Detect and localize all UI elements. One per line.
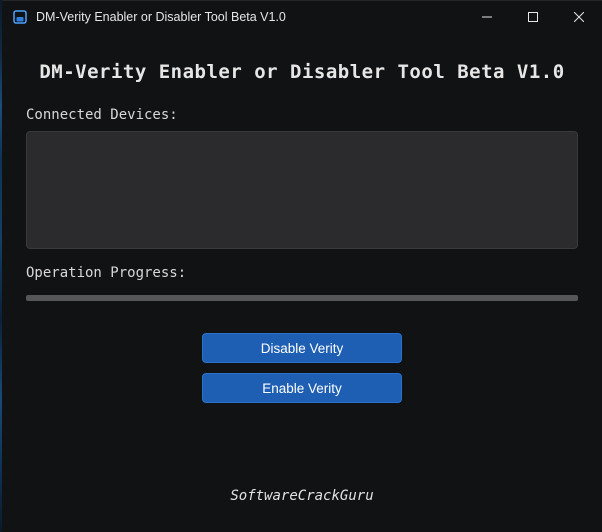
app-icon xyxy=(12,9,28,25)
close-button[interactable] xyxy=(556,1,602,33)
disable-verity-button[interactable]: Disable Verity xyxy=(202,333,402,363)
titlebar[interactable]: DM-Verity Enabler or Disabler Tool Beta … xyxy=(2,1,602,33)
progress-label: Operation Progress: xyxy=(26,265,578,281)
window-title: DM-Verity Enabler or Disabler Tool Beta … xyxy=(36,10,286,24)
devices-label: Connected Devices: xyxy=(26,107,578,123)
devices-list[interactable] xyxy=(26,131,578,249)
minimize-button[interactable] xyxy=(464,1,510,33)
maximize-button[interactable] xyxy=(510,1,556,33)
app-window: DM-Verity Enabler or Disabler Tool Beta … xyxy=(2,0,602,532)
button-stack: Disable Verity Enable Verity xyxy=(26,333,578,403)
content-area: DM-Verity Enabler or Disabler Tool Beta … xyxy=(2,33,602,532)
page-title: DM-Verity Enabler or Disabler Tool Beta … xyxy=(26,61,578,83)
footer-credit: SoftwareCrackGuru xyxy=(26,488,578,520)
progress-bar xyxy=(26,295,578,301)
enable-verity-button[interactable]: Enable Verity xyxy=(202,373,402,403)
